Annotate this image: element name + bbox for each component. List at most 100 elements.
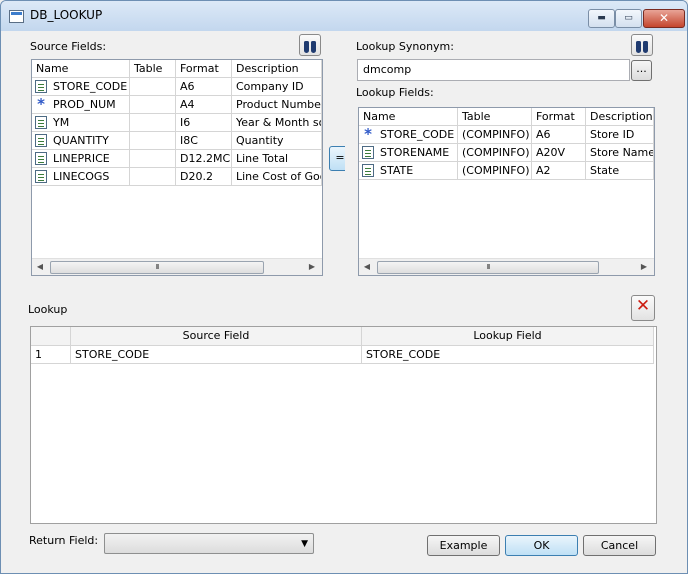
field-icon (362, 164, 374, 177)
source-find-button[interactable] (299, 34, 321, 56)
return-field-select[interactable]: ▼ (104, 533, 314, 554)
table-row[interactable]: YM I6Year & Month sold (32, 114, 322, 132)
field-name-cell: STORE_CODE (32, 78, 130, 96)
field-name: STORE_CODE (380, 127, 455, 141)
lookup-find-button[interactable] (631, 34, 653, 56)
source-field-cell[interactable]: STORE_CODE (71, 346, 362, 364)
field-name: LINECOGS (53, 169, 110, 183)
table-row[interactable]: STATE (COMPINFO) A2 State (359, 162, 654, 180)
key-icon: * (37, 96, 45, 113)
field-name: PROD_NUM (53, 97, 116, 111)
scroll-left-icon[interactable]: ◀ (362, 262, 372, 272)
field-name: LINEPRICE (53, 151, 110, 165)
lookup-synonym-input[interactable]: dmcomp (357, 59, 630, 81)
field-format-cell: I6 (176, 114, 232, 132)
field-name-cell: LINECOGS (32, 168, 130, 186)
col-format-header[interactable]: Format (532, 108, 586, 125)
field-description-cell: Store ID (586, 126, 654, 144)
field-format-cell: D20.2 (176, 168, 232, 186)
field-table-cell (130, 78, 176, 96)
field-name-cell: STORENAME (359, 144, 458, 162)
table-row[interactable]: * STORE_CODE (COMPINFO) A6 Store ID (359, 126, 654, 144)
field-description-cell: Product Number (232, 96, 322, 114)
ok-button[interactable]: OK (505, 535, 578, 556)
field-format-cell: A6 (532, 126, 586, 144)
example-button[interactable]: Example (427, 535, 500, 556)
table-row[interactable]: LINECOGS D20.2Line Cost of Goods (32, 168, 322, 186)
table-row[interactable]: LINEPRICE D12.2MC Line Total (32, 150, 322, 168)
lookup-section-label: Lookup (28, 303, 68, 316)
field-description-cell: Quantity (232, 132, 322, 150)
return-field-label: Return Field: (29, 534, 99, 547)
cancel-button[interactable]: Cancel (583, 535, 656, 556)
row-number-header (31, 327, 71, 345)
col-description-header[interactable]: Description (586, 108, 654, 125)
field-format-cell: A6 (176, 78, 232, 96)
field-name-cell: LINEPRICE (32, 150, 130, 168)
field-icon (362, 146, 374, 159)
window-title: DB_LOOKUP (30, 8, 103, 22)
lookup-fields-grid[interactable]: Name Table Format Description * STORE_COD… (358, 107, 655, 276)
col-table-header[interactable]: Table (458, 108, 532, 125)
lookup-grid-header: Source Field Lookup Field (31, 327, 654, 346)
row-number-cell: 1 (31, 346, 71, 364)
field-format-cell: D12.2MC (176, 150, 232, 168)
db-lookup-window: DB_LOOKUP ▬ ▭ ✕ Source Fields: Name Tabl… (0, 0, 688, 574)
field-name: YM (53, 115, 70, 129)
field-description-cell: Year & Month sold (232, 114, 322, 132)
delete-icon: ✕ (635, 296, 651, 316)
field-name-cell: YM (32, 114, 130, 132)
delete-lookup-button[interactable]: ✕ (631, 295, 655, 321)
scroll-thumb[interactable]: III (50, 261, 264, 274)
field-format-cell: A4 (176, 96, 232, 114)
col-name-header[interactable]: Name (359, 108, 458, 125)
field-format-cell: A20V (532, 144, 586, 162)
field-name: STATE (380, 163, 414, 177)
key-icon: * (364, 126, 372, 143)
close-button[interactable]: ✕ (643, 9, 685, 28)
field-description-cell: Line Cost of Goods (232, 168, 322, 186)
minimize-button[interactable]: ▬ (588, 9, 615, 28)
field-table-cell (130, 96, 176, 114)
field-table-cell: (COMPINFO) (458, 126, 532, 144)
field-table-cell (130, 114, 176, 132)
binoculars-icon (636, 38, 649, 53)
binoculars-icon (304, 38, 317, 53)
source-fields-pane: Source Fields: Name Table Format Descrip… (9, 31, 351, 283)
scroll-thumb[interactable]: III (377, 261, 599, 274)
lookup-horizontal-scrollbar[interactable]: ◀ III ▶ (359, 258, 654, 275)
maximize-button[interactable]: ▭ (615, 9, 642, 28)
scroll-left-icon[interactable]: ◀ (35, 262, 45, 272)
lookup-grid[interactable]: Source Field Lookup Field 1 STORE_CODE STO… (30, 326, 657, 524)
scroll-right-icon[interactable]: ▶ (639, 262, 649, 272)
field-table-cell: (COMPINFO) (458, 162, 532, 180)
title-bar[interactable]: DB_LOOKUP ▬ ▭ ✕ (1, 1, 687, 31)
lookup-row[interactable]: 1 STORE_CODE STORE_CODE (31, 346, 654, 364)
field-icon (35, 116, 47, 129)
app-icon (9, 10, 24, 23)
col-description-header[interactable]: Description (232, 60, 322, 77)
table-row[interactable]: STORE_CODE A6 Company ID (32, 78, 322, 96)
lookup-fields-label: Lookup Fields: (356, 86, 434, 99)
table-row[interactable]: STORENAME (COMPINFO) A20V Store Name (359, 144, 654, 162)
col-format-header[interactable]: Format (176, 60, 232, 77)
field-icon (35, 134, 47, 147)
lookup-field-header[interactable]: Lookup Field (362, 327, 654, 345)
lookup-field-cell[interactable]: STORE_CODE (362, 346, 654, 364)
scroll-right-icon[interactable]: ▶ (307, 262, 317, 272)
col-name-header[interactable]: Name (32, 60, 130, 77)
source-field-header[interactable]: Source Field (71, 327, 362, 345)
field-icon (35, 80, 47, 93)
source-fields-grid[interactable]: Name Table Format Description STORE_CODE… (31, 59, 323, 276)
col-table-header[interactable]: Table (130, 60, 176, 77)
table-row[interactable]: * PROD_NUM A4 Product Number (32, 96, 322, 114)
browse-synonym-button[interactable]: ... (631, 60, 652, 81)
lookup-synonym-pane: Lookup Synonym: dmcomp ... Lookup Fields… (345, 31, 680, 283)
source-horizontal-scrollbar[interactable]: ◀ III ▶ (32, 258, 322, 275)
field-name: QUANTITY (53, 133, 109, 147)
table-row[interactable]: QUANTITY I8C Quantity (32, 132, 322, 150)
lookup-grid-header: Name Table Format Description (359, 108, 654, 126)
field-description-cell: Line Total (232, 150, 322, 168)
field-icon (35, 170, 47, 183)
field-name: STORENAME (380, 145, 450, 159)
